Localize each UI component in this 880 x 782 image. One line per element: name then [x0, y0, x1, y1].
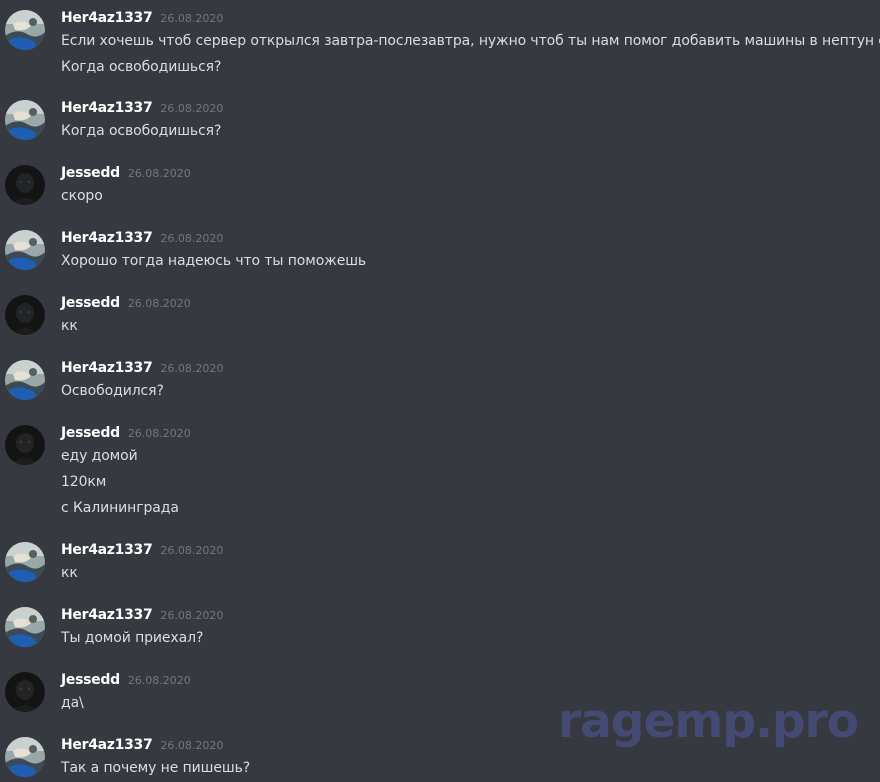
timestamp: 26.08.2020	[160, 739, 224, 752]
message-text: да\	[61, 695, 84, 711]
timestamp: 26.08.2020	[160, 232, 224, 245]
timestamp: 26.08.2020	[127, 167, 191, 180]
username[interactable]: Her4az1337	[61, 10, 153, 26]
photo-avatar-icon[interactable]	[5, 230, 45, 270]
message-text: Ты домой приехал?	[61, 630, 204, 646]
photo-avatar-icon[interactable]	[5, 737, 45, 777]
photo-avatar-icon[interactable]	[5, 360, 45, 400]
username[interactable]: Her4az1337	[61, 100, 153, 116]
dark-avatar-icon[interactable]	[5, 672, 45, 712]
timestamp: 26.08.2020	[160, 12, 224, 25]
username[interactable]: Her4az1337	[61, 230, 153, 246]
username[interactable]: Her4az1337	[61, 542, 153, 558]
timestamp: 26.08.2020	[127, 674, 191, 687]
message-text: с Калининграда	[61, 500, 179, 516]
username[interactable]: Jessedd	[61, 295, 120, 311]
timestamp: 26.08.2020	[127, 427, 191, 440]
username[interactable]: Her4az1337	[61, 360, 153, 376]
photo-avatar-icon[interactable]	[5, 100, 45, 140]
watermark: ragemp.pro	[558, 694, 859, 749]
message-text: Когда освободишься?	[61, 59, 222, 75]
photo-avatar-icon[interactable]	[5, 607, 45, 647]
message-text: Освободился?	[61, 383, 164, 399]
username[interactable]: Jessedd	[61, 672, 120, 688]
username[interactable]: Her4az1337	[61, 737, 153, 753]
message-text: Если хочешь чтоб сервер открылся завтра-…	[61, 33, 880, 49]
timestamp: 26.08.2020	[160, 362, 224, 375]
username[interactable]: Jessedd	[61, 425, 120, 441]
timestamp: 26.08.2020	[160, 544, 224, 557]
username[interactable]: Her4az1337	[61, 607, 153, 623]
username[interactable]: Jessedd	[61, 165, 120, 181]
message-text: скоро	[61, 188, 103, 204]
dark-avatar-icon[interactable]	[5, 295, 45, 335]
timestamp: 26.08.2020	[160, 609, 224, 622]
message-text: кк	[61, 565, 78, 581]
message-text: Так а почему не пишешь?	[61, 760, 251, 776]
dark-avatar-icon[interactable]	[5, 425, 45, 465]
message-text: еду домой	[61, 448, 138, 464]
message-text: 120км	[61, 474, 107, 490]
message-text: кк	[61, 318, 78, 334]
photo-avatar-icon[interactable]	[5, 10, 45, 50]
photo-avatar-icon[interactable]	[5, 542, 45, 582]
message-text: Хорошо тогда надеюсь что ты поможешь	[61, 253, 367, 269]
timestamp: 26.08.2020	[160, 102, 224, 115]
message-text: Когда освободишься?	[61, 123, 222, 139]
dark-avatar-icon[interactable]	[5, 165, 45, 205]
timestamp: 26.08.2020	[127, 297, 191, 310]
